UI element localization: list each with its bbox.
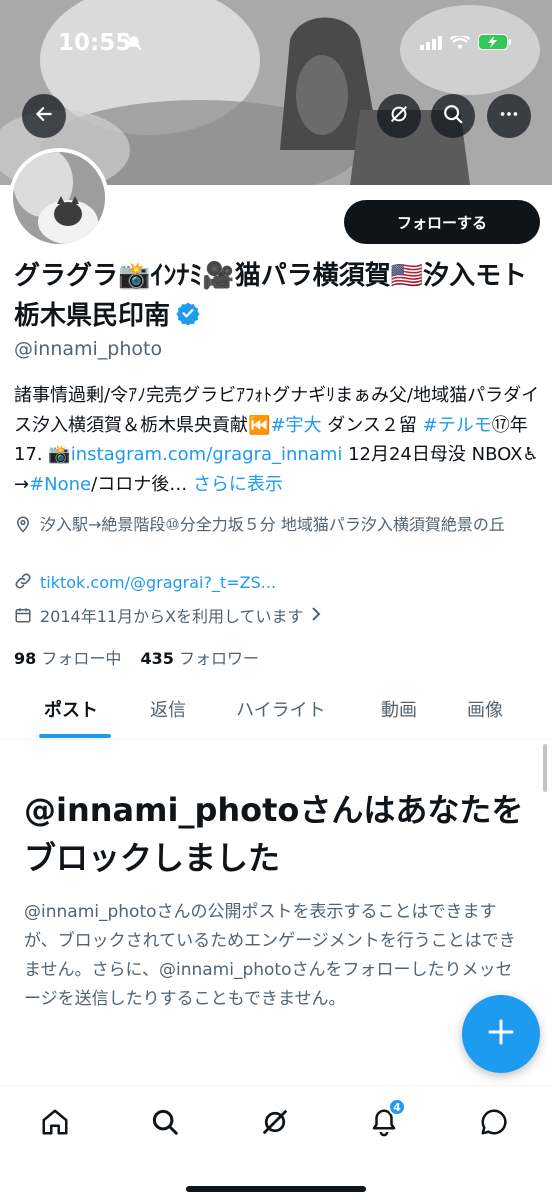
- blocked-title: @innami_photoさんはあなたをブロックしました: [24, 791, 524, 877]
- hashtag-link[interactable]: #テルモ: [423, 415, 492, 436]
- location-row: 汐入駅→絶景階段⑩分全力坂５分 地域猫パラ汐入横須賀絶景の丘: [14, 512, 542, 541]
- nav-messages[interactable]: [474, 1104, 514, 1144]
- following-label: フォロー中: [41, 649, 122, 668]
- home-icon: [40, 1107, 70, 1141]
- tab-replies[interactable]: 返信: [150, 696, 186, 722]
- signal-icon: [420, 35, 442, 54]
- instagram-link[interactable]: instagram.com/gragra_innami: [71, 444, 343, 465]
- grok-button[interactable]: [377, 94, 421, 138]
- location-text: 汐入駅→絶景階段⑩分全力坂５分 地域猫パラ汐入横須賀絶景の丘: [40, 515, 505, 534]
- show-more-link[interactable]: さらに表示: [193, 474, 283, 495]
- tab-videos[interactable]: 動画: [381, 696, 417, 722]
- follow-counts: 98 フォロー中 435 フォロワー: [14, 645, 259, 669]
- status-bar: 10:55: [0, 0, 552, 90]
- profile-bio: 諸事情過剰/令ｱﾉ完売グラビｱﾌｫﾄグナギﾘまぁみ父/地域猫パラダイス汐入横須賀…: [14, 381, 540, 499]
- battery-icon: [478, 34, 512, 54]
- link-icon: [14, 572, 36, 597]
- plus-icon: [486, 1017, 516, 1051]
- profile-tabs: ポスト 返信 ハイライト 動画 画像: [0, 680, 552, 740]
- profile-handle: @innami_photo: [14, 338, 163, 360]
- nav-search[interactable]: [145, 1104, 185, 1144]
- chevron-right-icon: [310, 604, 322, 631]
- followers-count: 435: [140, 649, 174, 668]
- more-button[interactable]: [487, 94, 531, 138]
- followers-link[interactable]: 435 フォロワー: [140, 649, 259, 668]
- website-row: tiktok.com/@gragrai?_t=ZS...: [14, 570, 276, 597]
- home-indicator: [186, 1186, 366, 1192]
- scrollbar[interactable]: [543, 744, 547, 792]
- nav-grok[interactable]: [255, 1104, 295, 1144]
- messages-icon: [479, 1107, 509, 1141]
- active-tab-indicator: [39, 734, 111, 738]
- nav-notifications[interactable]: 4: [364, 1098, 406, 1144]
- back-button[interactable]: [22, 94, 66, 138]
- more-horizontal-icon: [498, 103, 520, 129]
- bio-text: ダンス２留: [321, 414, 423, 436]
- status-icons: [420, 33, 512, 54]
- joined-text: 2014年11月からXを利用しています: [40, 607, 304, 626]
- wifi-icon: [449, 33, 471, 54]
- display-name: グラグラ📸ｲﾝﾅﾐ🎥猫パラ横須賀🇺🇸汐入モト栃木県民印南: [14, 256, 544, 337]
- tab-posts[interactable]: ポスト: [44, 696, 98, 722]
- blocked-description: @innami_photoさんの公開ポストを表示することはできますが、ブロックさ…: [24, 902, 516, 1009]
- compose-button[interactable]: [462, 995, 540, 1073]
- search-icon: [442, 103, 464, 129]
- display-name-text: グラグラ📸ｲﾝﾅﾐ🎥猫パラ横須賀🇺🇸汐入モト栃木県民印南: [14, 261, 528, 331]
- following-count: 98: [14, 649, 37, 668]
- following-link[interactable]: 98 フォロー中: [14, 649, 121, 668]
- bio-text: /コロナ後…: [91, 473, 193, 495]
- avatar[interactable]: [9, 148, 109, 248]
- tab-highlights[interactable]: ハイライト: [236, 696, 326, 722]
- nav-home[interactable]: [35, 1104, 75, 1144]
- joined-row[interactable]: 2014年11月からXを利用しています: [14, 604, 322, 631]
- tab-images[interactable]: 画像: [467, 696, 503, 722]
- followers-label: フォロワー: [178, 649, 259, 668]
- grok-icon: [388, 103, 410, 129]
- search-icon: [150, 1107, 180, 1141]
- arrow-left-icon: [34, 104, 54, 128]
- grok-icon: [260, 1107, 290, 1141]
- location-pin-icon: [14, 514, 36, 541]
- follow-button[interactable]: フォローする: [344, 200, 540, 244]
- hashtag-link[interactable]: #宇大: [270, 415, 321, 436]
- avatar-photo: [13, 152, 105, 244]
- hashtag-link[interactable]: #None: [29, 474, 91, 495]
- search-button[interactable]: [431, 94, 475, 138]
- notification-badge: 4: [388, 1098, 406, 1116]
- bottom-nav: 4: [0, 1085, 552, 1200]
- calendar-icon: [14, 606, 36, 631]
- silent-mode-icon: [125, 34, 143, 56]
- website-link[interactable]: tiktok.com/@gragrai?_t=ZS...: [40, 570, 276, 595]
- status-time: 10:55: [58, 30, 132, 56]
- verified-badge-icon[interactable]: [176, 297, 200, 337]
